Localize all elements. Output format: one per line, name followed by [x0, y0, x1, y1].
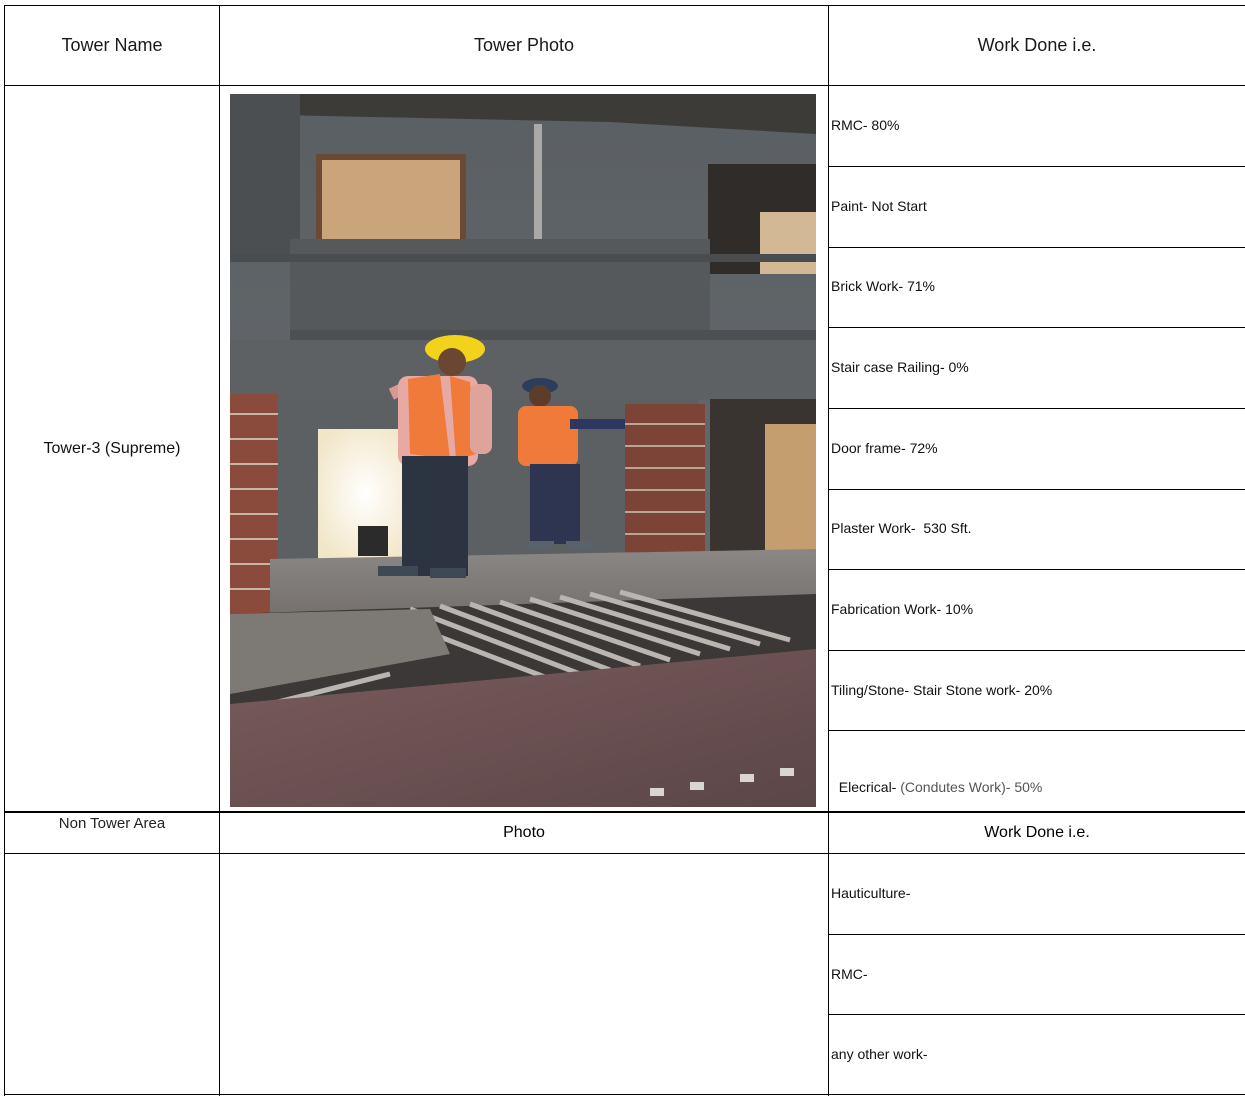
non-tower-header-divider [4, 853, 1245, 854]
work-item-any-other: any other work- [831, 1046, 928, 1062]
column-divider-2 [828, 5, 829, 1096]
header-tower-photo: Tower Photo [473, 35, 575, 55]
tower-name-cell: Tower-3 (Supreme) [43, 439, 181, 457]
non-tower-work-done-header: Work Done i.e. [984, 824, 1090, 841]
row-divider [829, 247, 1245, 248]
row-divider [829, 327, 1245, 328]
work-item-fabrication: Fabrication Work- 10% [831, 601, 974, 617]
row-divider [829, 934, 1245, 935]
column-divider-1 [219, 5, 220, 1096]
header-tower-name: Tower Name [61, 35, 163, 55]
work-item-brick: Brick Work- 71% [831, 278, 935, 294]
non-tower-area-header: Non Tower Area [58, 815, 166, 832]
work-item-stair-railing: Stair case Railing- 0% [831, 359, 969, 375]
work-item-door-frame: Door frame- 72% [831, 440, 938, 456]
electrical-detail: (Condutes Work)- 50% [900, 779, 1043, 795]
electrical-prefix: Elecrical- [838, 779, 901, 795]
work-item-rmc: RMC- 80% [831, 117, 900, 133]
row-divider [829, 730, 1245, 731]
work-item-horticulture: Hauticulture- [831, 885, 911, 901]
work-item-rmc-non-tower: RMC- [831, 966, 868, 982]
tower-site-photo [230, 94, 816, 807]
row-divider [829, 408, 1245, 409]
row-divider [829, 569, 1245, 570]
work-item-tiling-stone: Tiling/Stone- Stair Stone work- 20% [831, 682, 1053, 698]
row-divider [829, 1014, 1245, 1015]
row-divider [829, 166, 1245, 167]
work-item-plaster: Plaster Work- 530 Sft. [831, 520, 972, 536]
table-border-bottom [4, 1094, 1245, 1095]
header-work-done: Work Done i.e. [977, 35, 1097, 55]
work-item-electrical: Elecrical- (Condutes Work)- 50% [831, 763, 1043, 795]
non-tower-photo-header: Photo [503, 824, 545, 841]
row-divider [829, 650, 1245, 651]
row-divider [829, 489, 1245, 490]
work-item-paint: Paint- Not Start [831, 198, 927, 214]
